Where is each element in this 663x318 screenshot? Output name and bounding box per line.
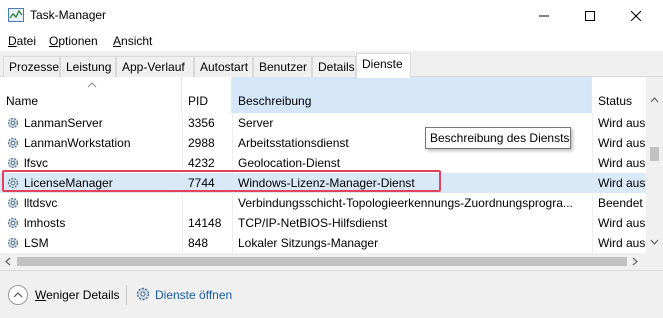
title-bar: Task-Manager <box>0 0 663 31</box>
menu-bar: Datei Optionen Ansicht <box>0 31 663 51</box>
services-table: Name PID Beschreibung Status LanmanServe… <box>0 77 663 270</box>
tab-app-verlauf[interactable]: App-Verlauf <box>116 56 194 77</box>
table-header: Name PID Beschreibung Status <box>0 77 646 113</box>
tab-details[interactable]: Details <box>312 56 356 77</box>
horizontal-scroll-thumb[interactable] <box>17 257 627 266</box>
column-header-pid[interactable]: PID <box>182 77 232 113</box>
fewer-details-button[interactable] <box>8 285 28 305</box>
table-row[interactable]: lfsvc 4232 Geolocation-Dienst Wird aus <box>0 153 646 173</box>
table-row[interactable]: LSM 848 Lokaler Sitzungs-Manager Wird au… <box>0 233 646 253</box>
menu-ansicht[interactable]: Ansicht <box>113 34 152 48</box>
column-tooltip: Beschreibung des Diensts <box>425 127 571 149</box>
maximize-button[interactable] <box>567 0 613 31</box>
tab-leistung[interactable]: Leistung <box>60 56 116 77</box>
table-row[interactable]: lmhosts 14148 TCP/IP-NetBIOS-Hilfsdienst… <box>0 213 646 233</box>
column-header-status[interactable]: Status <box>592 77 646 113</box>
vertical-scroll-thumb[interactable] <box>650 147 659 161</box>
scroll-down-icon[interactable] <box>650 239 659 245</box>
scrollbar-corner <box>646 253 663 270</box>
tab-prozesse[interactable]: Prozesse <box>3 56 60 77</box>
service-gear-icon <box>7 237 19 249</box>
table-row-selected[interactable]: LicenseManager 7744 Windows-Lizenz-Manag… <box>0 173 646 193</box>
horizontal-scrollbar[interactable] <box>0 253 646 270</box>
scroll-left-icon[interactable] <box>5 257 11 266</box>
services-gear-icon[interactable] <box>135 286 151 302</box>
tab-benutzer[interactable]: Benutzer <box>253 56 312 77</box>
fewer-details-link[interactable]: Weniger Details <box>35 288 119 302</box>
table-row[interactable]: lltdsvc Verbindungsschicht-Topologieerke… <box>0 193 646 213</box>
menu-optionen[interactable]: Optionen <box>49 34 98 48</box>
tab-bar: Prozesse Leistung App-Verlauf Autostart … <box>0 51 663 78</box>
close-button[interactable] <box>613 0 659 31</box>
maximize-icon <box>585 10 595 21</box>
service-gear-icon <box>7 217 19 229</box>
service-gear-icon <box>7 117 19 129</box>
minimize-icon <box>539 15 549 16</box>
minimize-button[interactable] <box>521 0 567 31</box>
footer-bar: Weniger Details Dienste öffnen <box>0 270 663 318</box>
scroll-right-icon[interactable] <box>632 257 638 266</box>
task-manager-icon <box>8 8 24 22</box>
tab-autostart[interactable]: Autostart <box>194 56 253 77</box>
service-gear-icon <box>7 137 19 149</box>
open-services-link[interactable]: Dienste öffnen <box>155 288 232 302</box>
sort-ascending-icon <box>87 82 97 88</box>
menu-datei[interactable]: Datei <box>8 34 36 48</box>
service-gear-icon <box>7 157 19 169</box>
service-gear-icon <box>7 197 19 209</box>
column-header-description[interactable]: Beschreibung <box>232 77 592 113</box>
column-header-name[interactable]: Name <box>0 77 182 113</box>
vertical-scrollbar[interactable] <box>646 77 663 253</box>
tab-dienste[interactable]: Dienste <box>356 53 411 78</box>
chevron-up-icon <box>13 292 23 298</box>
service-gear-icon <box>7 177 19 189</box>
window-title: Task-Manager <box>30 8 107 22</box>
footer-divider <box>126 285 127 305</box>
close-icon <box>631 10 641 21</box>
scroll-up-icon[interactable] <box>650 97 659 103</box>
